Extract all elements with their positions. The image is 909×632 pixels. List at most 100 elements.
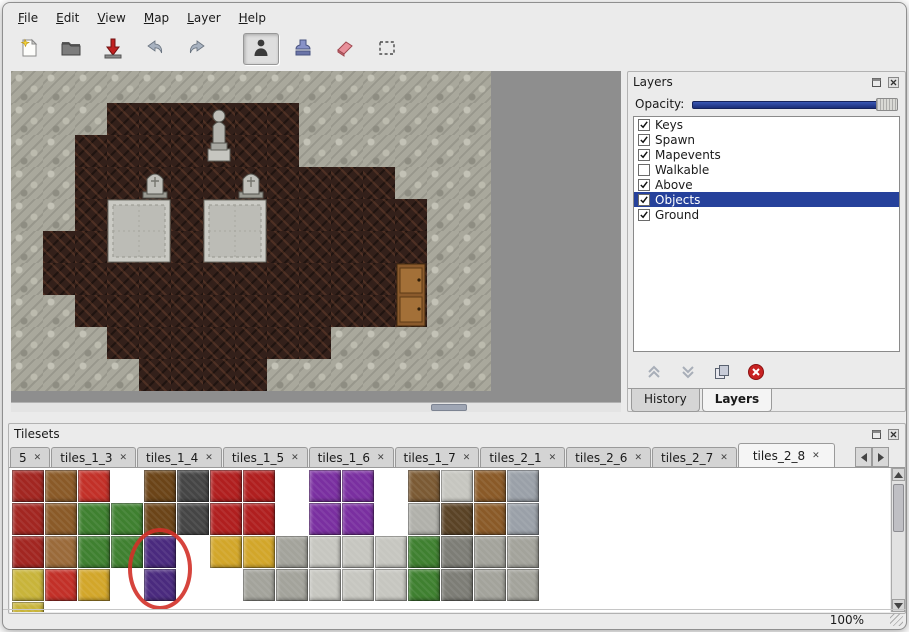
tileset-tab-tiles_2_1[interactable]: tiles_2_1✕ — [480, 447, 565, 467]
duplicate-button[interactable] — [711, 362, 733, 382]
layer-visibility-checkbox[interactable] — [638, 179, 650, 191]
layer-row-keys[interactable]: Keys — [634, 117, 899, 132]
tileset-tile[interactable] — [45, 503, 77, 535]
tileset-tile[interactable] — [441, 536, 473, 568]
tileset-tile[interactable] — [507, 536, 539, 568]
tileset-tile[interactable] — [210, 470, 242, 502]
redo-button[interactable] — [179, 33, 215, 65]
opacity-slider-track[interactable] — [692, 101, 896, 109]
float-panel-button[interactable] — [869, 75, 883, 89]
tileset-tab-tiles_1_6[interactable]: tiles_1_6✕ — [309, 447, 394, 467]
tileset-tile[interactable] — [12, 536, 44, 568]
tileset-tab-tiles_1_5[interactable]: tiles_1_5✕ — [223, 447, 308, 467]
layer-row-objects[interactable]: Objects — [634, 192, 899, 207]
tab-scroll-left-button[interactable] — [855, 447, 872, 467]
tileset-tile[interactable] — [309, 503, 341, 535]
eraser-tool-button[interactable] — [327, 33, 363, 65]
close-tab-icon[interactable]: ✕ — [205, 453, 213, 463]
tileset-tile[interactable] — [507, 470, 539, 502]
save-button[interactable] — [95, 33, 131, 65]
tileset-tile[interactable] — [375, 569, 407, 601]
close-panel-button[interactable] — [886, 427, 900, 441]
tileset-tile[interactable] — [45, 569, 77, 601]
tileset-tile[interactable] — [408, 470, 440, 502]
tileset-tab-tiles_2_7[interactable]: tiles_2_7✕ — [652, 447, 737, 467]
tileset-tab-5[interactable]: 5✕ — [10, 447, 50, 467]
tileset-tile[interactable] — [276, 536, 308, 568]
tileset-tile[interactable] — [309, 569, 341, 601]
tileset-tile[interactable] — [474, 503, 506, 535]
menu-layer[interactable]: Layer — [178, 8, 229, 28]
float-panel-button[interactable] — [869, 427, 883, 441]
tileset-tile[interactable] — [342, 503, 374, 535]
opacity-slider[interactable] — [692, 97, 898, 112]
tileset-tile[interactable] — [243, 470, 275, 502]
close-tab-icon[interactable]: ✕ — [634, 453, 642, 463]
layer-visibility-checkbox[interactable] — [638, 164, 650, 176]
tileset-tile[interactable] — [309, 536, 341, 568]
tileset-tile[interactable] — [507, 503, 539, 535]
tileset-tab-tiles_2_8[interactable]: tiles_2_8✕ — [738, 443, 835, 467]
close-tab-icon[interactable]: ✕ — [291, 453, 299, 463]
close-panel-button[interactable] — [886, 75, 900, 89]
tileset-tile[interactable] — [474, 470, 506, 502]
tab-layers[interactable]: Layers — [702, 389, 772, 412]
scrollbar-thumb[interactable] — [893, 484, 904, 532]
tileset-tile[interactable] — [12, 503, 44, 535]
tileset-tile[interactable] — [408, 503, 440, 535]
map-grid[interactable] — [11, 71, 491, 391]
character-tool-button[interactable] — [243, 33, 279, 65]
tileset-tile[interactable] — [210, 536, 242, 568]
tileset-tile[interactable] — [78, 503, 110, 535]
tileset-tile[interactable] — [243, 569, 275, 601]
tileset-tile[interactable] — [309, 470, 341, 502]
tileset-tab-tiles_1_3[interactable]: tiles_1_3✕ — [51, 447, 136, 467]
tileset-tab-tiles_1_4[interactable]: tiles_1_4✕ — [137, 447, 222, 467]
tileset-tile[interactable] — [408, 569, 440, 601]
tileset-tile[interactable] — [177, 503, 209, 535]
layer-row-mapevents[interactable]: Mapevents — [634, 147, 899, 162]
open-button[interactable] — [53, 33, 89, 65]
tileset-tile[interactable] — [507, 569, 539, 601]
opacity-slider-handle[interactable] — [876, 98, 898, 111]
resize-grip[interactable] — [890, 613, 903, 626]
tileset-tile[interactable] — [342, 536, 374, 568]
menu-help[interactable]: Help — [230, 8, 275, 28]
tileset-tile[interactable] — [474, 536, 506, 568]
close-tab-icon[interactable]: ✕ — [549, 453, 557, 463]
layer-visibility-checkbox[interactable] — [638, 209, 650, 221]
menu-file[interactable]: File — [9, 8, 47, 28]
move-up-button[interactable] — [643, 362, 665, 382]
move-down-button[interactable] — [677, 362, 699, 382]
tileset-tile[interactable] — [375, 536, 407, 568]
menu-edit[interactable]: Edit — [47, 8, 88, 28]
tileset-tile[interactable] — [474, 569, 506, 601]
tileset-tile[interactable] — [441, 470, 473, 502]
tileset-tile[interactable] — [177, 470, 209, 502]
close-tab-icon[interactable]: ✕ — [119, 453, 127, 463]
tileset-tile[interactable] — [276, 569, 308, 601]
tileset-tile[interactable] — [243, 536, 275, 568]
tileset-tab-tiles_1_7[interactable]: tiles_1_7✕ — [395, 447, 480, 467]
menu-view[interactable]: View — [88, 8, 134, 28]
layer-row-ground[interactable]: Ground — [634, 207, 899, 222]
tileset-tile[interactable] — [441, 503, 473, 535]
tab-history[interactable]: History — [631, 389, 700, 412]
close-tab-icon[interactable]: ✕ — [463, 453, 471, 463]
scroll-up-button[interactable] — [892, 468, 905, 481]
layer-visibility-checkbox[interactable] — [638, 149, 650, 161]
layer-visibility-checkbox[interactable] — [638, 119, 650, 131]
tileset-tile[interactable] — [243, 503, 275, 535]
tileset-tile[interactable] — [441, 569, 473, 601]
close-tab-icon[interactable]: ✕ — [34, 453, 42, 463]
select-tool-button[interactable] — [369, 33, 405, 65]
tileset-tile[interactable] — [342, 470, 374, 502]
layer-visibility-checkbox[interactable] — [638, 134, 650, 146]
tileset-tile[interactable] — [45, 470, 77, 502]
undo-button[interactable] — [137, 33, 173, 65]
layer-row-spawn[interactable]: Spawn — [634, 132, 899, 147]
menu-map[interactable]: Map — [135, 8, 178, 28]
tileset-tile[interactable] — [342, 569, 374, 601]
close-tab-icon[interactable]: ✕ — [377, 453, 385, 463]
tileset-tile[interactable] — [144, 470, 176, 502]
